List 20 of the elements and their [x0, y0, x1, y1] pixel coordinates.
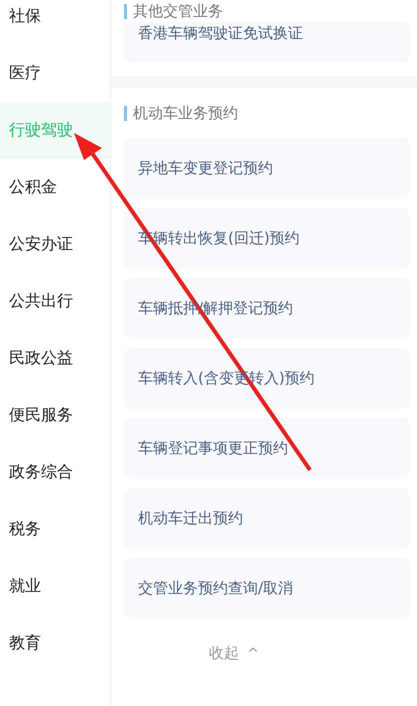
sidebar-item[interactable]: 税务	[0, 501, 110, 558]
sidebar-item[interactable]: 就业	[0, 558, 110, 615]
sidebar-item[interactable]: 民政公益	[0, 330, 110, 387]
section-title: 其他交管业务	[133, 2, 223, 20]
section-marker	[124, 4, 127, 18]
sidebar-item[interactable]: 便民服务	[0, 387, 110, 444]
sidebar-item[interactable]: 教育	[0, 615, 110, 672]
service-item[interactable]: 交管业务预约查询/取消	[124, 558, 410, 619]
sidebar-item[interactable]: 政务综合	[0, 444, 110, 501]
sidebar-item[interactable]: 公共出行	[0, 273, 110, 330]
sidebar-item[interactable]: 医疗	[0, 45, 110, 102]
service-item[interactable]: 异地车变更登记预约	[124, 138, 410, 199]
section-title: 机动车业务预约	[133, 104, 238, 122]
section-marker	[124, 106, 127, 120]
sidebar-item[interactable]: 社保	[0, 0, 110, 45]
sidebar-item[interactable]: 公积金	[0, 159, 110, 216]
service-item[interactable]: 机动车迁出预约	[124, 488, 410, 549]
service-item[interactable]: 香港车辆驾驶证免试换证	[124, 22, 410, 62]
service-item[interactable]: 车辆登记事项更正预约	[124, 418, 410, 479]
sidebar-item[interactable]: 公安办证	[0, 216, 110, 273]
